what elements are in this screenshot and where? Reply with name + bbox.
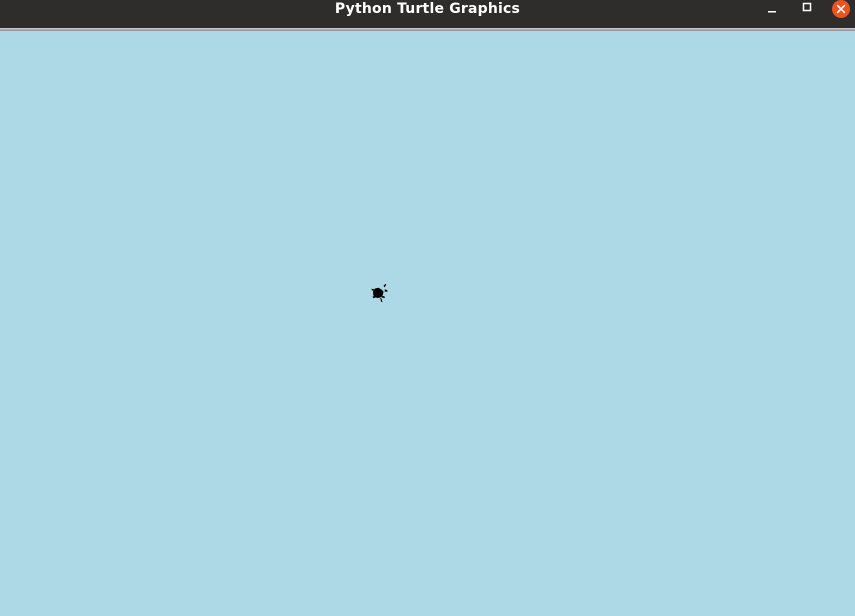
- turtle-cursor: [368, 281, 392, 305]
- turtle-icon: [371, 283, 388, 303]
- close-icon: [832, 0, 850, 18]
- maximize-icon: [802, 2, 812, 12]
- title-bar[interactable]: Python Turtle Graphics: [0, 0, 855, 28]
- turtle-canvas[interactable]: [0, 31, 855, 616]
- turtle-window: Python Turtle Graphics: [0, 0, 855, 616]
- minimize-icon: [768, 11, 776, 13]
- close-button[interactable]: [830, 0, 850, 18]
- minimize-button[interactable]: [763, 0, 783, 18]
- window-title: Python Turtle Graphics: [334, 1, 521, 17]
- maximize-button[interactable]: [797, 0, 817, 18]
